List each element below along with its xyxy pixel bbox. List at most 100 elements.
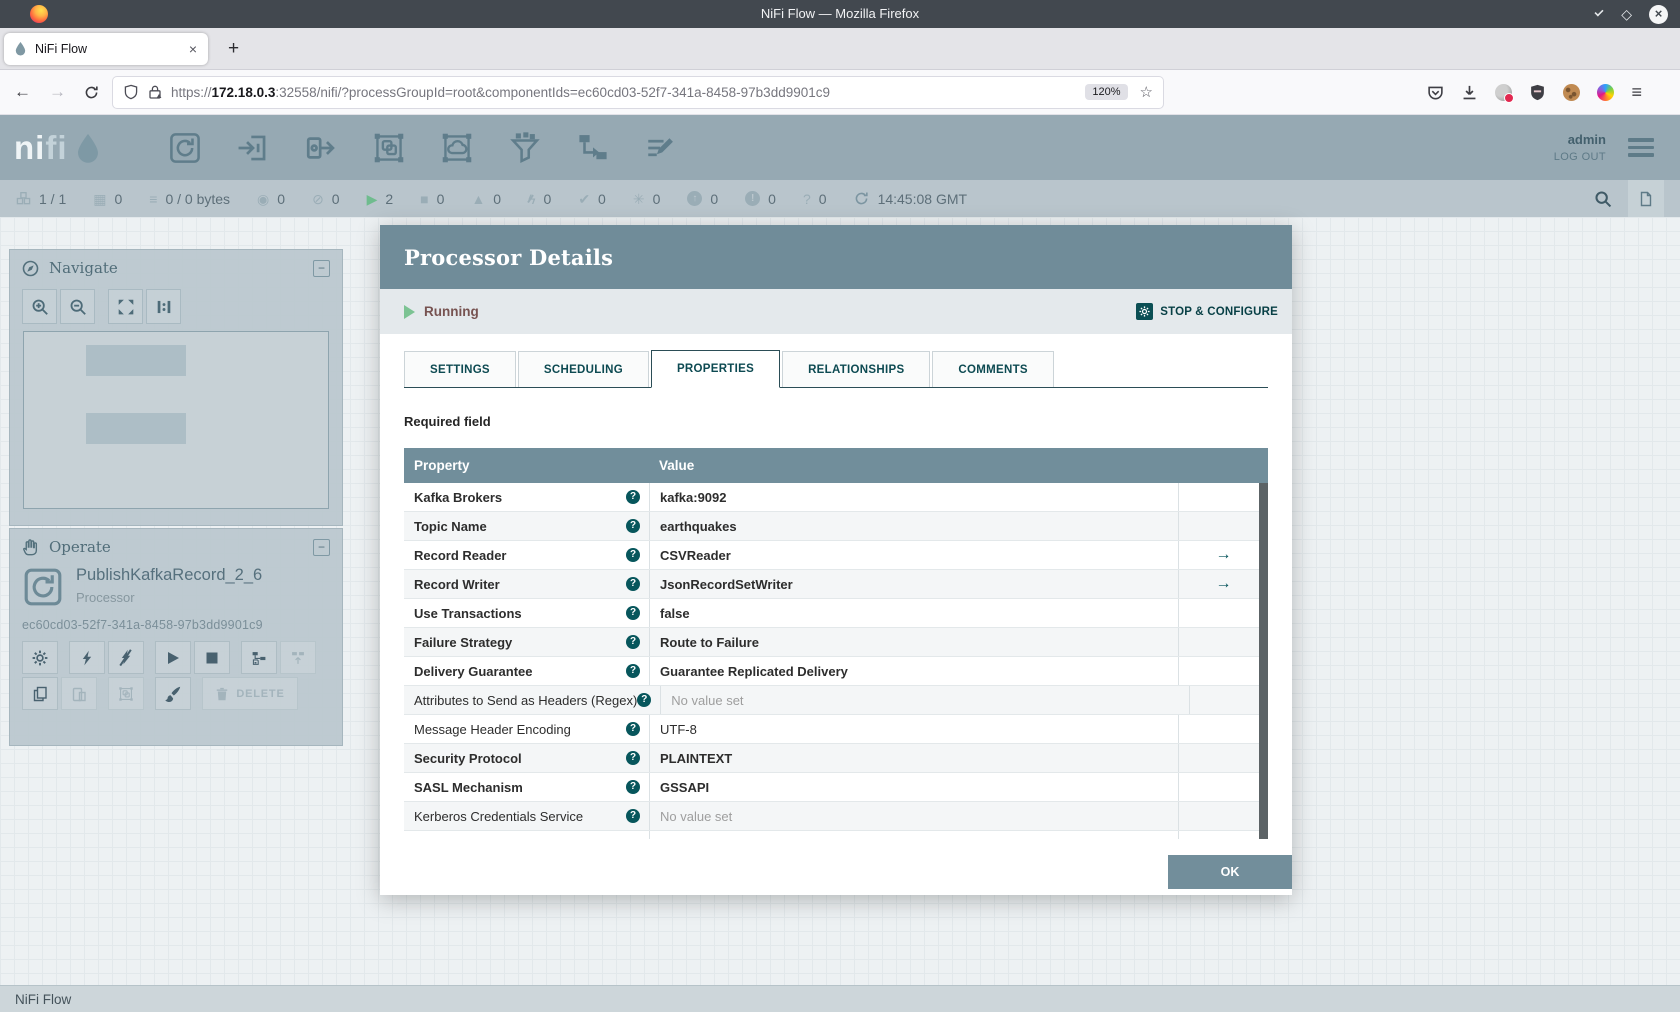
goto-service-arrow-icon[interactable]: →: [1216, 575, 1232, 593]
tab-properties[interactable]: PROPERTIES: [650, 350, 781, 388]
property-row[interactable]: Record Writer ? JsonRecordSetWriter →: [404, 570, 1268, 599]
property-row[interactable]: Record Reader ? CSVReader →: [404, 541, 1268, 570]
search-icon[interactable]: [1594, 190, 1612, 208]
navigate-collapse-button[interactable]: −: [313, 259, 330, 277]
zoom-out-button[interactable]: [60, 289, 95, 324]
output-port-tool-icon[interactable]: [304, 131, 338, 165]
back-button[interactable]: ←: [14, 82, 31, 102]
help-icon[interactable]: ?: [626, 751, 640, 765]
property-value[interactable]: UTF-8: [649, 715, 1178, 743]
stop-button[interactable]: [194, 641, 230, 674]
new-tab-button[interactable]: +: [222, 38, 245, 60]
save-template-button[interactable]: [241, 641, 277, 674]
tab-settings[interactable]: SETTINGS: [404, 351, 516, 387]
zoom-actual-size-button[interactable]: [146, 289, 181, 324]
input-port-tool-icon[interactable]: [236, 131, 270, 165]
template-tool-icon[interactable]: [576, 131, 610, 165]
property-value[interactable]: kafka:9092: [649, 483, 1178, 511]
property-value[interactable]: GSSAPI: [649, 773, 1178, 801]
ublock-origin-icon[interactable]: [1529, 84, 1546, 101]
lock-warning-icon[interactable]: [147, 84, 163, 100]
help-icon[interactable]: ?: [626, 490, 640, 504]
property-value[interactable]: false: [649, 599, 1178, 627]
panel-toggle-button[interactable]: [1628, 180, 1664, 217]
browser-menu-button[interactable]: ≡: [1631, 82, 1642, 103]
configure-button[interactable]: [22, 641, 58, 674]
tab-scheduling[interactable]: SCHEDULING: [517, 351, 649, 387]
property-row[interactable]: Use Transactions ? false: [404, 599, 1268, 628]
property-value[interactable]: No value set: [649, 802, 1178, 830]
property-row[interactable]: Kafka Brokers ? kafka:9092: [404, 483, 1268, 512]
property-value[interactable]: Route to Failure: [649, 628, 1178, 656]
processor-tool-icon[interactable]: [168, 131, 202, 165]
help-icon[interactable]: ?: [626, 635, 640, 649]
pocket-icon[interactable]: [1427, 84, 1444, 101]
tracking-shield-icon[interactable]: [123, 84, 139, 100]
reload-button[interactable]: [84, 85, 99, 100]
property-value[interactable]: earthquakes: [649, 512, 1178, 540]
logout-link[interactable]: LOG OUT: [1554, 151, 1606, 163]
label-tool-icon[interactable]: [644, 131, 678, 165]
enable-button[interactable]: [69, 641, 105, 674]
breadcrumb[interactable]: NiFi Flow: [15, 992, 71, 1007]
window-close-button[interactable]: ×: [1649, 4, 1668, 24]
help-icon[interactable]: ?: [626, 664, 640, 678]
property-row[interactable]: Message Header Encoding ? UTF-8: [404, 715, 1268, 744]
property-row[interactable]: Kerberos Credentials Service ? No value …: [404, 802, 1268, 831]
tab-relationships[interactable]: RELATIONSHIPS: [782, 351, 931, 387]
tab-comments[interactable]: COMMENTS: [932, 351, 1054, 387]
property-value[interactable]: No value set: [649, 831, 1178, 839]
url-bar[interactable]: https://172.18.0.3:32558/nifi/?processGr…: [113, 76, 1163, 108]
property-row[interactable]: Failure Strategy ? Route to Failure: [404, 628, 1268, 657]
zoom-fit-button[interactable]: [108, 289, 143, 324]
url-text[interactable]: https://172.18.0.3:32558/nifi/?processGr…: [171, 85, 1077, 100]
birdseye-minimap[interactable]: [23, 331, 329, 509]
tab-close-button[interactable]: ×: [187, 41, 199, 57]
scrollbar-thumb[interactable]: [1259, 483, 1268, 839]
help-icon[interactable]: ?: [626, 519, 640, 533]
help-icon[interactable]: ?: [626, 809, 640, 823]
property-value[interactable]: JsonRecordSetWriter: [649, 570, 1178, 598]
copy-button[interactable]: [22, 677, 58, 710]
funnel-tool-icon[interactable]: [508, 131, 542, 165]
property-row[interactable]: Kerberos Service Name ? No value set: [404, 831, 1268, 839]
property-row[interactable]: Delivery Guarantee ? Guarantee Replicate…: [404, 657, 1268, 686]
property-row[interactable]: Attributes to Send as Headers (Regex) ? …: [404, 686, 1268, 715]
help-icon[interactable]: ?: [626, 838, 640, 839]
zoom-level-badge[interactable]: 120%: [1085, 84, 1128, 100]
start-button[interactable]: [155, 641, 191, 674]
property-value[interactable]: Guarantee Replicated Delivery: [649, 657, 1178, 685]
disable-button[interactable]: [108, 641, 144, 674]
property-row[interactable]: Topic Name ? earthquakes: [404, 512, 1268, 541]
cookie-extension-icon[interactable]: [1563, 83, 1581, 101]
window-maximize-button[interactable]: ◇: [1621, 7, 1632, 21]
remote-process-group-tool-icon[interactable]: [440, 131, 474, 165]
change-color-button[interactable]: [155, 677, 191, 710]
operate-collapse-button[interactable]: −: [313, 538, 330, 556]
global-menu-button[interactable]: [1628, 138, 1654, 157]
help-icon[interactable]: ?: [626, 722, 640, 736]
extension-masks-icon[interactable]: [1495, 83, 1515, 103]
downloads-icon[interactable]: [1461, 84, 1478, 101]
table-scrollbar[interactable]: [1259, 483, 1268, 839]
ok-button[interactable]: OK: [1168, 855, 1292, 889]
window-minimize-button[interactable]: [1594, 7, 1604, 17]
property-value[interactable]: PLAINTEXT: [649, 744, 1178, 772]
stop-and-configure-button[interactable]: STOP & CONFIGURE: [1136, 303, 1278, 320]
container-extension-icon[interactable]: [1597, 83, 1615, 101]
refresh-icon[interactable]: [854, 191, 869, 206]
help-icon[interactable]: ?: [626, 780, 640, 794]
browser-tab[interactable]: NiFi Flow ×: [4, 32, 208, 65]
property-row[interactable]: SASL Mechanism ? GSSAPI: [404, 773, 1268, 802]
property-value[interactable]: No value set: [660, 686, 1189, 714]
property-value[interactable]: CSVReader: [649, 541, 1178, 569]
property-row[interactable]: Security Protocol ? PLAINTEXT: [404, 744, 1268, 773]
help-icon[interactable]: ?: [626, 548, 640, 562]
help-icon[interactable]: ?: [626, 606, 640, 620]
bookmark-star-icon[interactable]: ☆: [1140, 83, 1153, 101]
help-icon[interactable]: ?: [637, 693, 652, 707]
zoom-in-button[interactable]: [22, 289, 57, 324]
help-icon[interactable]: ?: [626, 577, 640, 591]
goto-service-arrow-icon[interactable]: →: [1216, 546, 1232, 564]
process-group-tool-icon[interactable]: [372, 131, 406, 165]
